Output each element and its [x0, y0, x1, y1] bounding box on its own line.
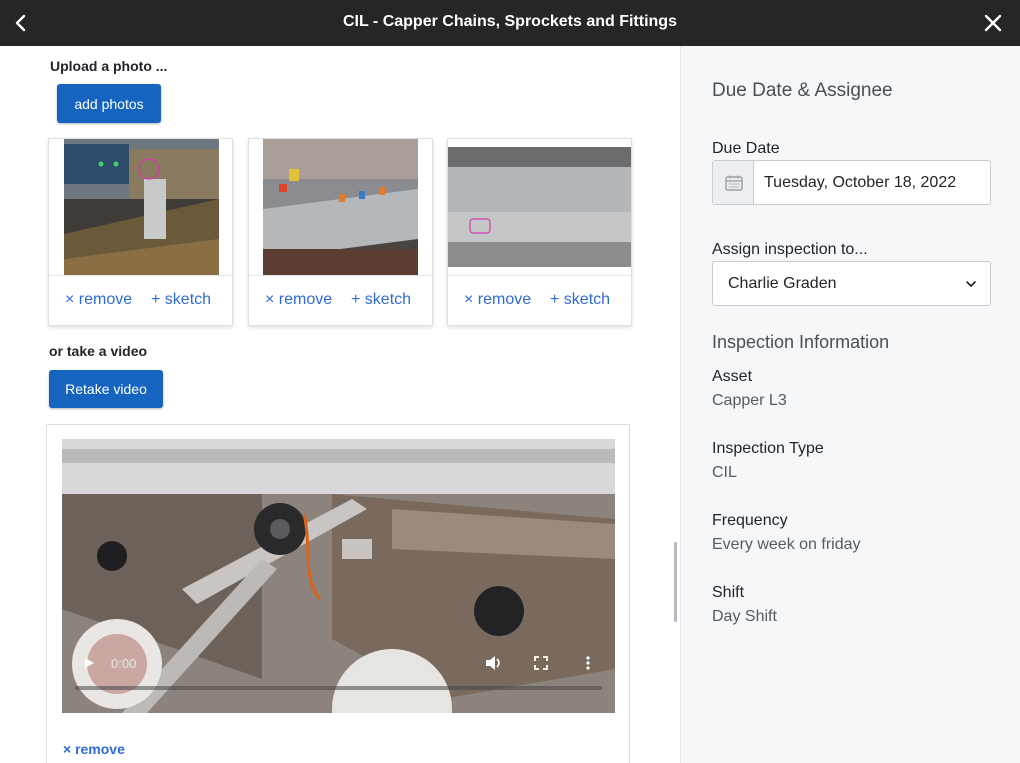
video-player[interactable]: 0:00: [62, 439, 615, 713]
more-options-icon[interactable]: [584, 655, 592, 671]
calendar-icon: [725, 175, 743, 191]
photo-thumbnail[interactable]: [448, 139, 631, 276]
chevron-down-icon: [966, 281, 976, 287]
sketch-photo-link[interactable]: + sketch: [351, 291, 411, 309]
remove-photo-link[interactable]: × remove: [464, 291, 531, 309]
scrollbar[interactable]: [674, 542, 677, 622]
photo-card: × remove + sketch: [447, 138, 632, 326]
calendar-prefix: [713, 161, 754, 204]
photo-image: [249, 139, 432, 275]
video-progress-bar[interactable]: [75, 686, 602, 690]
upload-photo-label: Upload a photo ...: [50, 58, 168, 74]
assignee-value: Charlie Graden: [728, 275, 837, 292]
inspection-type-label: Inspection Type: [712, 440, 824, 457]
photo-thumbnail[interactable]: [249, 139, 432, 276]
inspection-form: Upload a photo ... add photos × remove +…: [0, 46, 680, 763]
remove-photo-link[interactable]: × remove: [265, 291, 332, 309]
play-icon[interactable]: [82, 656, 96, 670]
frequency-value: Every week on friday: [712, 536, 861, 553]
volume-icon[interactable]: [485, 655, 503, 671]
due-date-field[interactable]: Tuesday, October 18, 2022: [712, 160, 991, 205]
due-date-value: Tuesday, October 18, 2022: [764, 174, 957, 191]
video-time: 0:00: [111, 656, 137, 671]
video-frame-image: [62, 439, 615, 713]
video-card: 0:00 × remove: [46, 424, 630, 763]
photo-actions: × remove + sketch: [49, 291, 232, 313]
page-title: CIL - Capper Chains, Sprockets and Fitti…: [343, 13, 677, 30]
shift-label: Shift: [712, 584, 745, 601]
photo-card: × remove + sketch: [48, 138, 233, 326]
photo-image: [49, 139, 232, 275]
asset-label: Asset: [712, 368, 753, 385]
remove-video-link[interactable]: × remove: [63, 741, 125, 757]
remove-photo-link[interactable]: × remove: [65, 291, 132, 309]
sketch-photo-link[interactable]: + sketch: [151, 291, 211, 309]
photo-thumbnail[interactable]: [49, 139, 232, 276]
details-panel: Due Date & Assignee Due Date Tuesday, Oc…: [680, 46, 1020, 763]
close-button[interactable]: [980, 10, 1006, 36]
due-date-assignee-heading: Due Date & Assignee: [712, 80, 893, 101]
asset-value: Capper L3: [712, 392, 787, 409]
photo-card: × remove + sketch: [248, 138, 433, 326]
close-icon: [984, 14, 1002, 32]
photo-actions: × remove + sketch: [249, 291, 432, 313]
take-video-label: or take a video: [49, 343, 148, 359]
assignee-select[interactable]: Charlie Graden: [712, 261, 991, 306]
fullscreen-icon[interactable]: [534, 656, 548, 670]
inspection-info-heading: Inspection Information: [712, 332, 890, 352]
due-date-label: Due Date: [712, 140, 780, 157]
frequency-label: Frequency: [712, 512, 788, 529]
retake-video-button[interactable]: Retake video: [49, 370, 163, 408]
shift-value: Day Shift: [712, 608, 777, 625]
title-bar: CIL - Capper Chains, Sprockets and Fitti…: [0, 0, 1020, 46]
add-photos-button[interactable]: add photos: [57, 84, 161, 123]
assign-label: Assign inspection to...: [712, 241, 868, 258]
inspection-type-value: CIL: [712, 464, 737, 481]
photo-image: [448, 139, 631, 275]
photo-actions: × remove + sketch: [448, 291, 631, 313]
sketch-photo-link[interactable]: + sketch: [550, 291, 610, 309]
